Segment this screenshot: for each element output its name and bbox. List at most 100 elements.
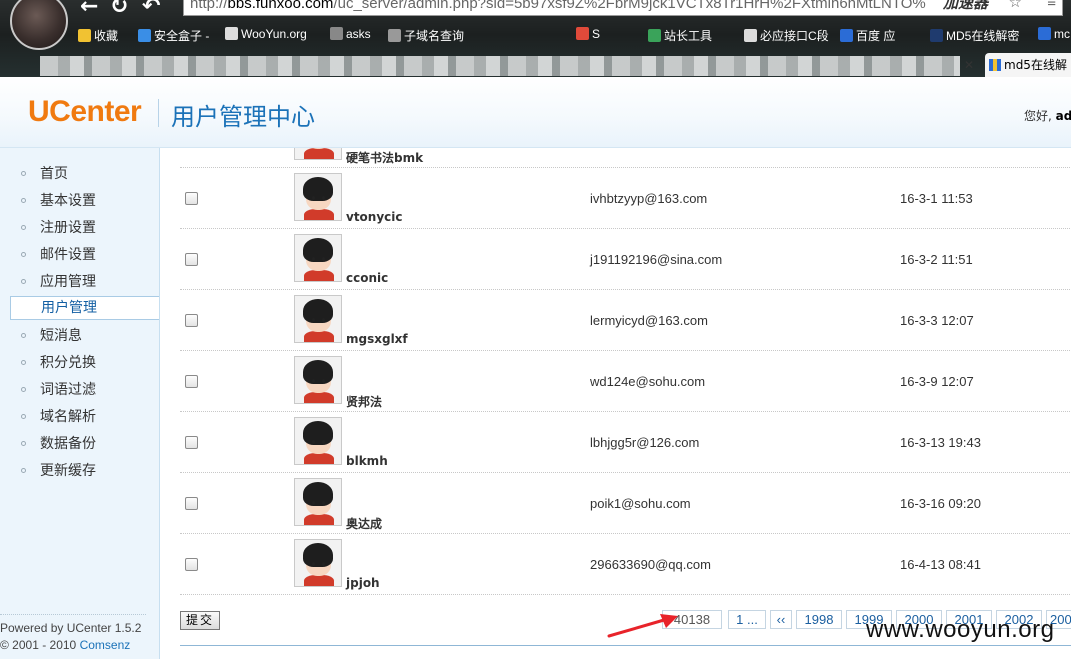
browser-tab[interactable]: md5在线解 [985,53,1071,77]
address-bar[interactable]: http://bbs.funxoo.com/uc_server/admin.ph… [183,0,1063,16]
refresh-icon[interactable]: ↻ [110,0,128,19]
bookmark-item[interactable]: 站长工具 [648,27,712,44]
table-row: 奥达成 poik1@sohu.com 16-3-16 09:20 [180,472,1071,534]
page-link[interactable]: 1998 [796,610,842,629]
annotation-arrow-icon [607,614,678,638]
register-date: 16-3-3 12:07 [900,313,974,328]
user-list: 硬笔书法bmk vtonycic ivhbtzyyp@163.com 16-3-… [160,148,1071,659]
user-avatar [294,478,342,526]
register-date: 16-3-16 09:20 [900,496,981,511]
sidebar-item-credits[interactable]: 积分兑换 [0,351,159,375]
bookmark-item[interactable]: mc [1038,27,1070,41]
page-icon [388,29,401,42]
bullet-icon [21,279,26,284]
bookmark-item[interactable]: 收藏 [78,27,118,44]
ucenter-logo[interactable]: UCenter [28,95,142,129]
sidebar-item-cache[interactable]: 更新缓存 [0,459,159,483]
blurred-tabs [40,56,960,76]
user-email: poik1@sohu.com [590,496,691,511]
bullet-icon [21,387,26,392]
user-email: lermyicyd@163.com [590,313,708,328]
browser-chrome: ← ↻ ↶ http://bbs.funxoo.com/uc_server/ad… [0,0,1071,77]
bookmark-item[interactable]: 子域名查询 [388,27,464,44]
username[interactable]: jpjoh [346,576,380,590]
grid-icon [989,59,1001,71]
watermark: www.wooyun.org [866,616,1055,643]
table-row: 贤邦法 wd124e@sohu.com 16-3-9 12:07 [180,350,1071,412]
register-date: 16-3-2 11:51 [900,252,973,267]
bullet-icon [21,252,26,257]
first-page-link[interactable]: 1 ... [728,610,766,629]
close-tab-icon[interactable]: ✕ [964,58,974,72]
username[interactable]: blkmh [346,454,388,468]
profile-avatar[interactable] [10,0,68,50]
sidebar-item-word-filter[interactable]: 词语过滤 [0,378,159,402]
sidebar-item-mail-settings[interactable]: 邮件设置 [0,243,159,267]
sidebar-item-messages[interactable]: 短消息 [0,324,159,348]
user-email: ivhbtzyyp@163.com [590,191,708,206]
username[interactable]: 贤邦法 [346,393,382,410]
tab-strip: ✕ md5在线解 [0,48,1071,77]
username[interactable]: cconic [346,271,388,285]
paw-icon [840,29,853,42]
current-user[interactable]: ad [1056,109,1071,123]
sidebar-item-register-settings[interactable]: 注册设置 [0,216,159,240]
row-checkbox[interactable] [185,497,198,510]
sidebar-item-dns[interactable]: 域名解析 [0,405,159,429]
bullet-icon [21,360,26,365]
username[interactable]: vtonycic [346,210,403,224]
page-header: UCenter 用户管理中心 您好, ad [0,77,1071,148]
accelerator-label[interactable]: 加速器 [938,0,992,13]
sidebar: 首页 基本设置 注册设置 邮件设置 应用管理 用户管理 短消息 积分兑换 词语过… [0,148,160,659]
star-icon [78,29,91,42]
register-date: 16-4-13 08:41 [900,557,981,572]
bullet-icon [21,225,26,230]
url-text: http://bbs.funxoo.com/uc_server/admin.ph… [190,0,926,12]
sidebar-item-user-management[interactable]: 用户管理 [10,296,159,320]
table-row: mgsxglxf lermyicyd@163.com 16-3-3 12:07 [180,289,1071,351]
sidebar-item-home[interactable]: 首页 [0,162,159,186]
prev-page-link[interactable]: ‹‹ [770,610,792,629]
undo-icon[interactable]: ↶ [142,0,160,19]
table-row: jpjoh 296633690@qq.com 16-4-13 08:41 [180,533,1071,595]
row-checkbox[interactable] [185,192,198,205]
row-checkbox[interactable] [185,436,198,449]
username[interactable]: 硬笔书法bmk [346,149,423,166]
bookmark-item[interactable]: WooYun.org [225,27,307,41]
page-icon [648,29,661,42]
menu-icon[interactable]: ≡ [1047,0,1056,12]
table-bottom-border [180,645,1071,646]
bookmark-item[interactable]: 百度 应 [840,27,895,44]
user-avatar [294,356,342,404]
shield-icon [138,29,151,42]
bookmark-star-icon[interactable]: ☆ [1009,0,1022,12]
bookmark-item[interactable]: 安全盒子 - [138,27,209,44]
sidebar-item-app-management[interactable]: 应用管理 [0,270,159,294]
row-checkbox[interactable] [185,375,198,388]
row-checkbox[interactable] [185,314,198,327]
row-checkbox[interactable] [185,253,198,266]
back-arrow-icon[interactable]: ← [80,0,98,19]
register-date: 16-3-9 12:07 [900,374,974,389]
bullet-icon [21,333,26,338]
sidebar-item-basic-settings[interactable]: 基本设置 [0,189,159,213]
comsenz-link[interactable]: Comsenz [80,638,131,652]
bullet-icon [21,468,26,473]
user-greeting: 您好, ad [1024,109,1071,123]
bookmark-item[interactable]: asks [330,27,371,41]
bullet-icon [21,198,26,203]
register-date: 16-3-13 19:43 [900,435,981,450]
page-title: 用户管理中心 [171,103,315,131]
bookmark-item[interactable]: 必应接口C段 [744,27,829,44]
user-email: 296633690@qq.com [590,557,711,572]
username[interactable]: 奥达成 [346,515,382,532]
page-icon [744,29,757,42]
row-checkbox[interactable] [185,558,198,571]
bullet-icon [21,414,26,419]
username[interactable]: mgsxglxf [346,332,408,346]
bookmark-item[interactable]: S [576,27,600,41]
submit-button[interactable]: 提交 [180,611,221,630]
bookmark-item[interactable]: MD5在线解密 [930,27,1019,44]
sidebar-item-backup[interactable]: 数据备份 [0,432,159,456]
search-icon [330,27,343,40]
